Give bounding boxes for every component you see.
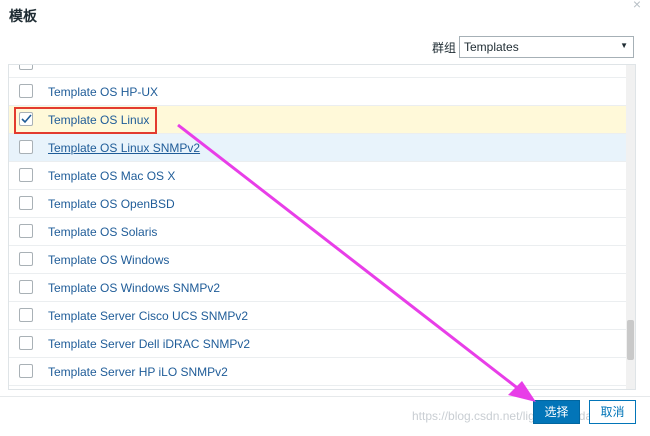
template-dialog: 模板 × 群组 Templates ▼ Template OS HP-UX Te…: [0, 0, 650, 436]
list-item[interactable]: Template Server Cisco UCS SNMPv2: [9, 302, 628, 330]
checkbox[interactable]: [19, 196, 33, 210]
template-link[interactable]: Template OS Windows SNMPv2: [48, 281, 220, 295]
list-item[interactable]: [9, 65, 628, 78]
checkbox[interactable]: [19, 84, 33, 98]
list-item[interactable]: Template OS HP-UX: [9, 78, 628, 106]
select-button[interactable]: 选择: [533, 400, 580, 424]
template-link[interactable]: Template OS OpenBSD: [48, 197, 175, 211]
chevron-down-icon: ▼: [620, 41, 628, 50]
dialog-title: 模板: [9, 8, 37, 24]
list-item-hovered[interactable]: Template OS Linux SNMPv2: [9, 134, 628, 162]
list-item[interactable]: Template OS Windows: [9, 246, 628, 274]
list-item[interactable]: Template Server HP iLO SNMPv2: [9, 358, 628, 386]
checkbox[interactable]: [19, 65, 33, 70]
template-link[interactable]: Template Server HP iLO SNMPv2: [48, 365, 228, 379]
checkbox[interactable]: [19, 168, 33, 182]
checkbox[interactable]: [19, 140, 33, 154]
checkbox[interactable]: [19, 308, 33, 322]
template-link[interactable]: Template OS Solaris: [48, 225, 157, 239]
template-list: Template OS HP-UX Template OS Linux Temp…: [8, 64, 636, 390]
template-link[interactable]: Template Server Dell iDRAC SNMPv2: [48, 337, 250, 351]
scrollbar-thumb[interactable]: [627, 320, 634, 360]
watermark: https://blog.csdn.net/liguanweisdahoo: [412, 409, 613, 423]
group-filter-label: 群组: [432, 41, 457, 55]
group-select[interactable]: Templates ▼: [459, 36, 634, 58]
list-item[interactable]: Template OS Solaris: [9, 218, 628, 246]
cancel-button[interactable]: 取消: [589, 400, 636, 424]
template-link[interactable]: Template OS Mac OS X: [48, 169, 175, 183]
group-select-value: Templates: [464, 40, 519, 54]
checkbox[interactable]: [19, 280, 33, 294]
annotation-box: [14, 107, 157, 134]
list-item[interactable]: Template Server Dell iDRAC SNMPv2: [9, 330, 628, 358]
scrollbar[interactable]: [626, 65, 635, 389]
list-item[interactable]: Template OS OpenBSD: [9, 190, 628, 218]
template-link[interactable]: Template OS Windows: [48, 253, 169, 267]
list-item[interactable]: Template OS Windows SNMPv2: [9, 274, 628, 302]
checkbox[interactable]: [19, 224, 33, 238]
checkbox[interactable]: [19, 364, 33, 378]
checkbox[interactable]: [19, 252, 33, 266]
template-link[interactable]: Template Server Cisco UCS SNMPv2: [48, 309, 248, 323]
list-item[interactable]: Template OS Mac OS X: [9, 162, 628, 190]
footer-divider: [0, 396, 650, 397]
template-link[interactable]: Template OS Linux SNMPv2: [48, 141, 200, 155]
checkbox[interactable]: [19, 336, 33, 350]
close-icon[interactable]: ×: [633, 0, 641, 11]
template-link[interactable]: Template OS HP-UX: [48, 85, 158, 99]
